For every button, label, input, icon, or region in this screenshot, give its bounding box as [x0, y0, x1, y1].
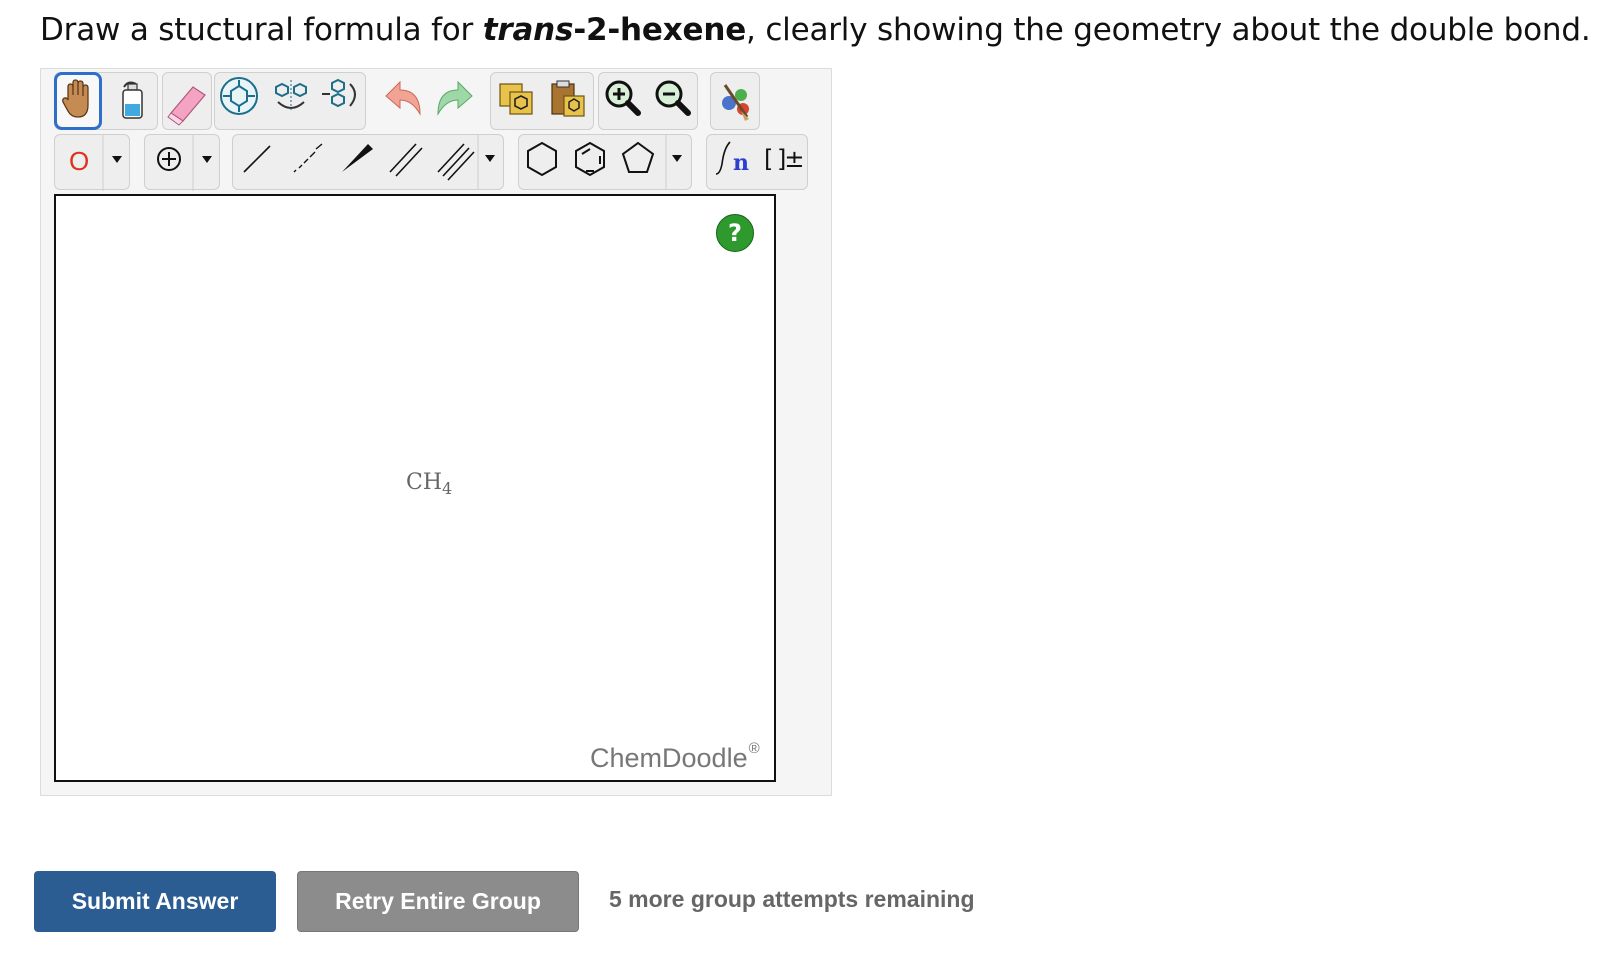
help-button[interactable]: ? — [716, 214, 754, 252]
question-prefix: Draw a stuctural formula for — [40, 12, 483, 48]
repeat-unit-label: n — [733, 150, 749, 176]
rotate-icon — [322, 78, 356, 108]
paste-button[interactable] — [542, 72, 594, 130]
eraser-icon — [167, 86, 206, 126]
single-bond-button[interactable] — [232, 134, 282, 190]
molecule-main: CH — [406, 470, 443, 495]
hand-icon — [62, 79, 89, 118]
repeat-unit-button[interactable]: n — [706, 134, 758, 190]
hand-tool-button[interactable] — [54, 72, 102, 130]
wedge-bond-button[interactable] — [332, 134, 382, 190]
triple-bond-icon — [437, 134, 495, 190]
undo-icon — [385, 80, 421, 116]
eraser-button[interactable] — [162, 72, 212, 130]
flip-button[interactable] — [266, 72, 316, 130]
clean-up-button[interactable] — [710, 72, 760, 130]
brand-name: ChemDoodle — [590, 743, 748, 773]
zoom-in-button[interactable] — [598, 72, 648, 130]
double-bond-icon — [389, 143, 423, 177]
question-compound-italic: trans — [482, 12, 574, 48]
molecule-subscript: 4 — [442, 479, 453, 498]
flip-icon — [275, 80, 307, 112]
paste-icon — [551, 80, 585, 117]
clear-bottle-icon — [122, 81, 143, 119]
redo-button[interactable] — [430, 72, 478, 130]
charge-dropdown[interactable] — [144, 134, 220, 191]
clean-up-icon — [722, 84, 749, 121]
center-button[interactable] — [214, 72, 264, 130]
chevron-down-icon — [102, 135, 122, 191]
atom-label-dropdown[interactable]: O — [54, 134, 130, 191]
attempts-remaining-text: 5 more group attempts remaining — [609, 886, 975, 912]
question-suffix: , clearly showing the geometry about the… — [746, 12, 1591, 48]
zoom-in-icon — [605, 80, 641, 116]
chemdoodle-brand: ChemDoodle® — [590, 740, 760, 774]
retry-entire-group-button[interactable]: Retry Entire Group — [297, 871, 579, 932]
copy-icon — [499, 83, 533, 115]
question-compound-rest: -2-hexene — [573, 12, 747, 48]
benzene-button[interactable] — [566, 134, 614, 190]
single-bond-icon — [243, 145, 271, 173]
hash-bond-icon — [293, 143, 323, 173]
wedge-bond-icon — [342, 144, 373, 172]
cyclohexane-button[interactable] — [518, 134, 566, 190]
repeat-unit-icon — [715, 141, 731, 175]
ring-dropdown[interactable] — [614, 134, 692, 190]
bracket-label: [ ]± — [764, 145, 804, 173]
undo-button[interactable] — [380, 72, 428, 130]
double-bond-button[interactable] — [382, 134, 432, 190]
benzene-icon — [575, 141, 605, 177]
redo-icon — [437, 80, 473, 116]
zoom-out-icon — [655, 80, 691, 116]
zoom-out-button[interactable] — [648, 72, 698, 130]
molecule-label[interactable]: CH4 — [406, 470, 452, 498]
registered-mark: ® — [748, 740, 760, 757]
question-text: Draw a stuctural formula for trans-2-hex… — [40, 8, 1591, 52]
copy-button[interactable] — [490, 72, 542, 130]
hash-bond-button[interactable] — [282, 134, 332, 190]
bracket-button[interactable]: [ ]± — [758, 134, 808, 190]
charge-icon — [157, 135, 212, 191]
rotate-button[interactable] — [316, 72, 366, 130]
triple-bond-dropdown[interactable] — [432, 134, 504, 190]
center-molecule-icon — [220, 77, 258, 115]
submit-answer-button[interactable]: Submit Answer — [34, 871, 276, 932]
hexagon-icon — [527, 141, 557, 177]
clear-button[interactable] — [106, 72, 156, 130]
pentagon-icon — [621, 134, 682, 190]
